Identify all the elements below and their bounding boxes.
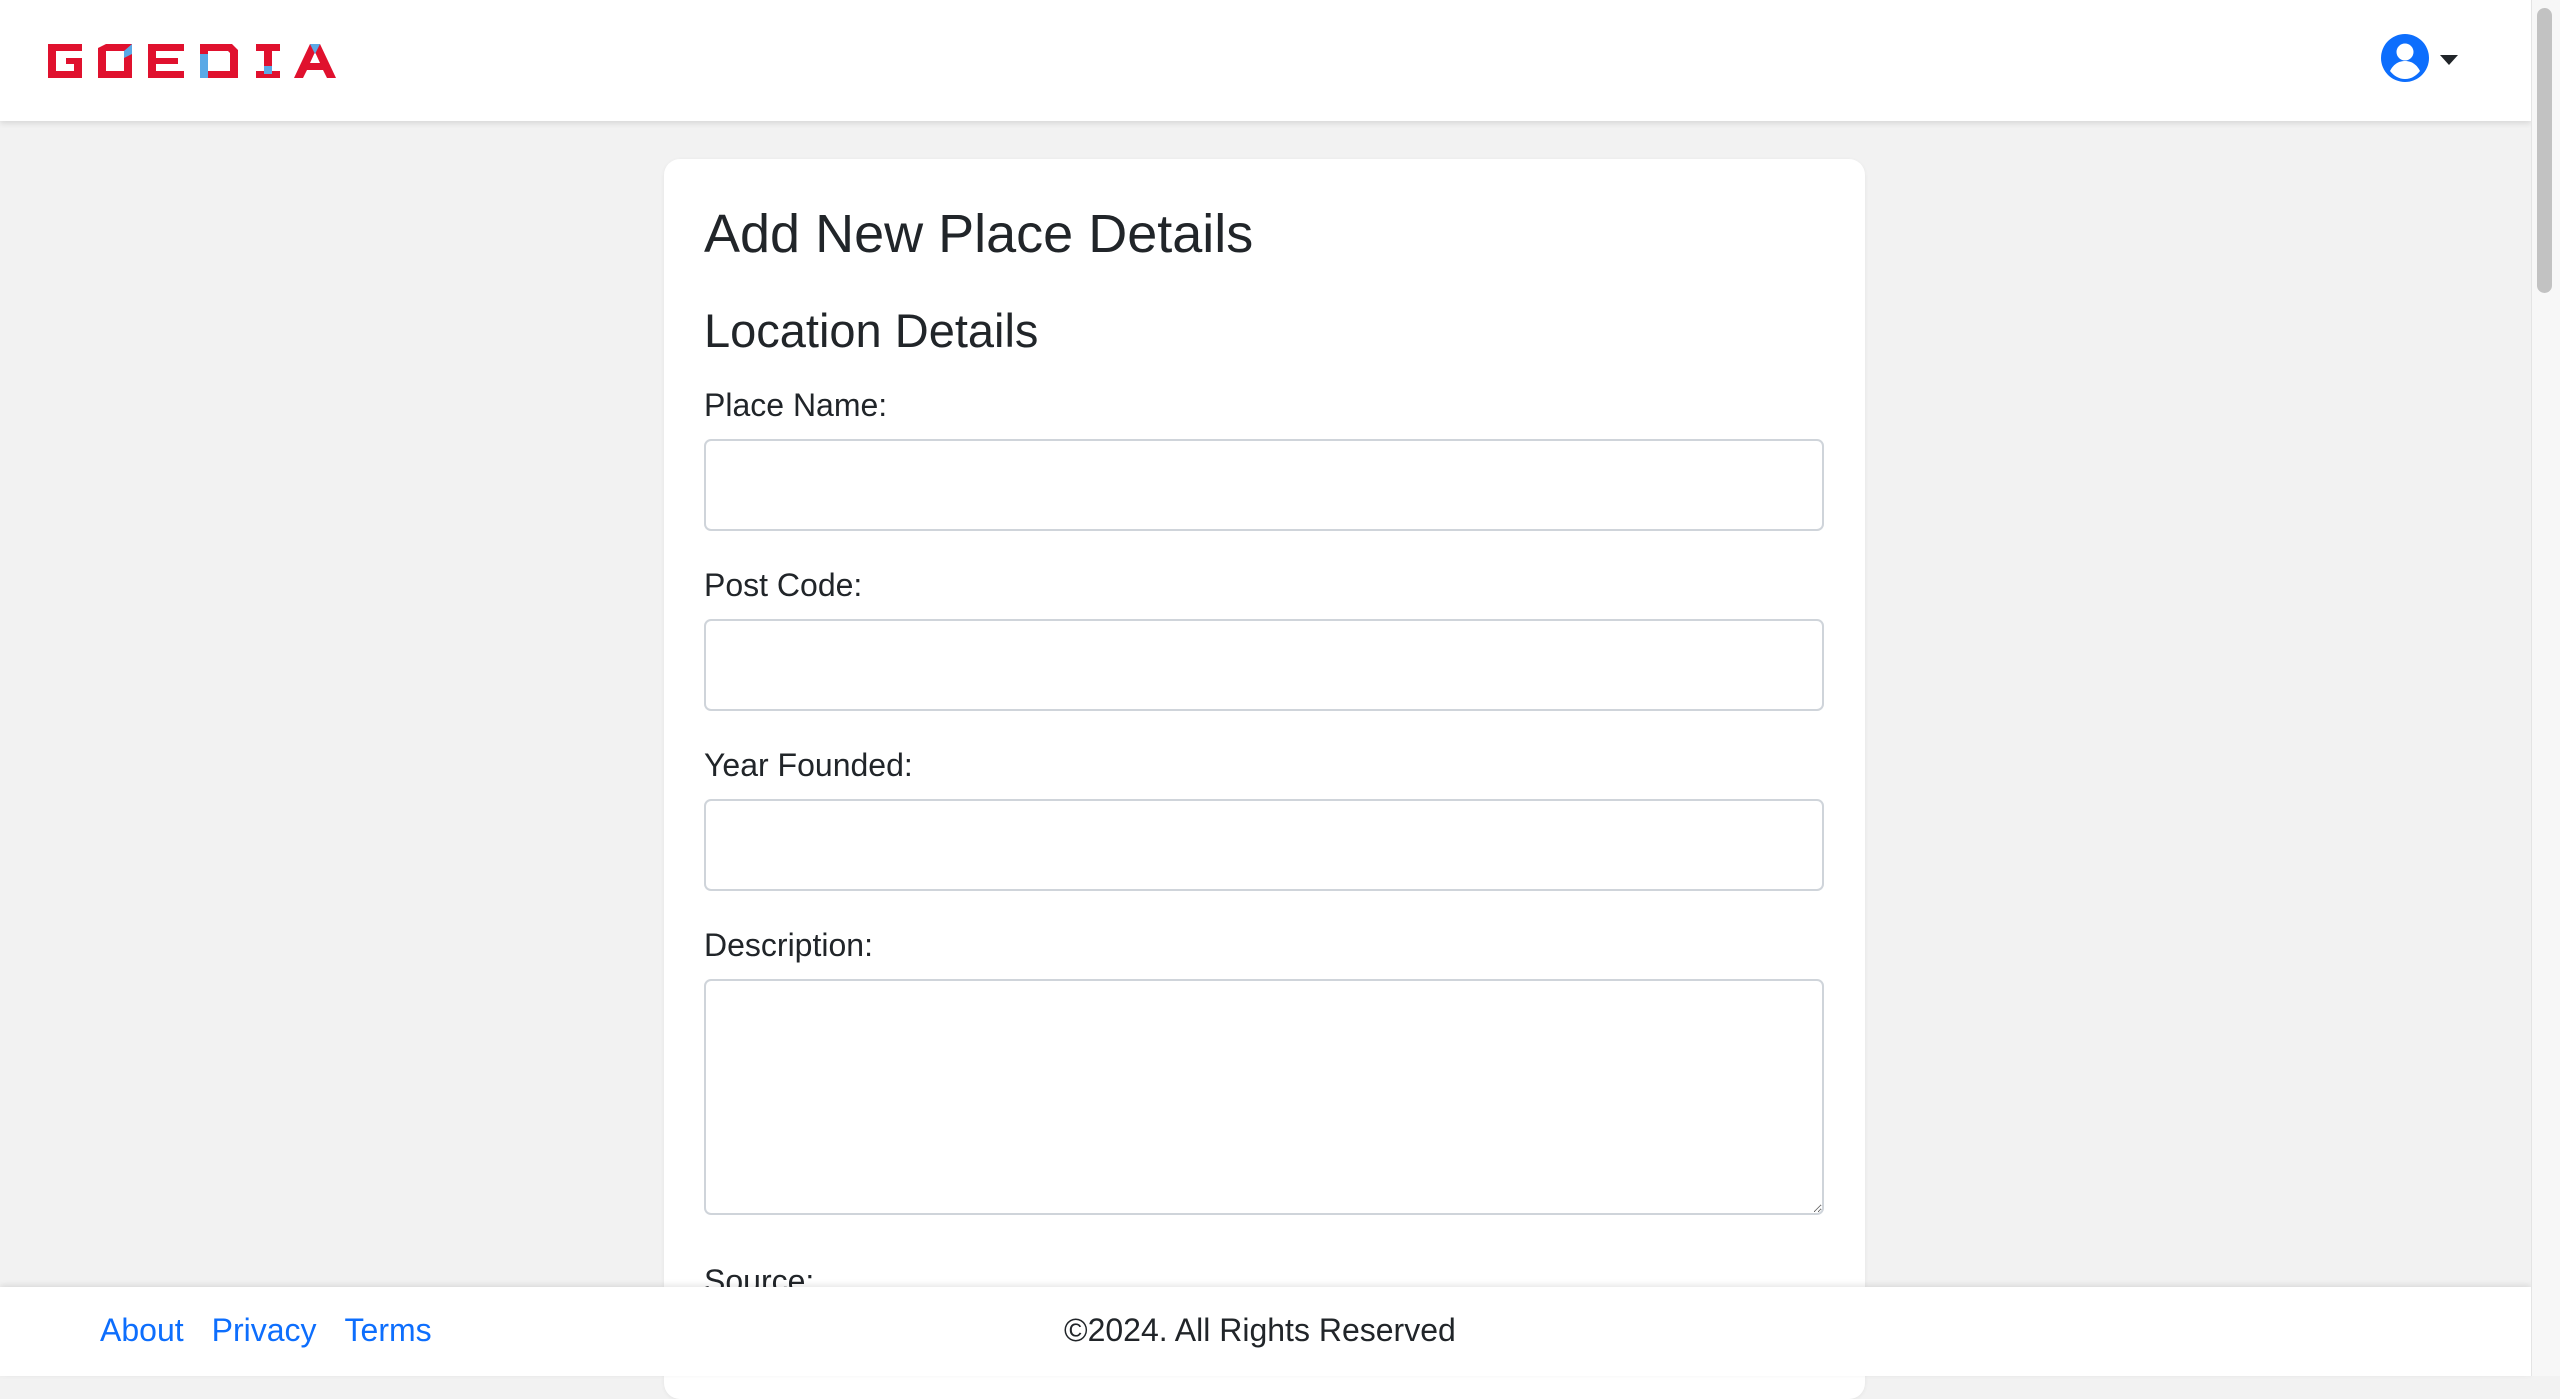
add-place-card: Add New Place Details Location Details P…	[664, 159, 1865, 1399]
section-title-location-details: Location Details	[704, 304, 1039, 357]
logo-graphic	[48, 44, 336, 78]
year-founded-label: Year Founded:	[704, 747, 913, 783]
footer-link-about[interactable]: About	[100, 1309, 184, 1351]
place-name-label: Place Name:	[704, 387, 888, 423]
place-name-input[interactable]	[704, 439, 1824, 531]
scrollbar-thumb[interactable]	[2537, 8, 2552, 293]
goedia-logo[interactable]	[44, 40, 356, 82]
user-circle-icon	[2381, 34, 2429, 82]
footer-link-terms[interactable]: Terms	[345, 1309, 432, 1351]
description-label: Description:	[704, 927, 873, 963]
post-code-label: Post Code:	[704, 567, 863, 603]
footer-link-privacy[interactable]: Privacy	[212, 1309, 317, 1351]
page-footer: About Privacy Terms ©2024. All Rights Re…	[0, 1287, 2531, 1376]
top-navbar	[0, 0, 2531, 121]
description-textarea[interactable]	[704, 979, 1824, 1215]
page-title: Add New Place Details	[704, 204, 1254, 264]
user-menu-dropdown[interactable]	[2380, 33, 2458, 83]
year-founded-input[interactable]	[704, 799, 1824, 891]
copyright-text: ©2024. All Rights Reserved	[1064, 1312, 1456, 1348]
caret-down-icon	[2440, 55, 2458, 65]
post-code-input[interactable]	[704, 619, 1824, 711]
footer-links: About Privacy Terms	[100, 1309, 432, 1351]
